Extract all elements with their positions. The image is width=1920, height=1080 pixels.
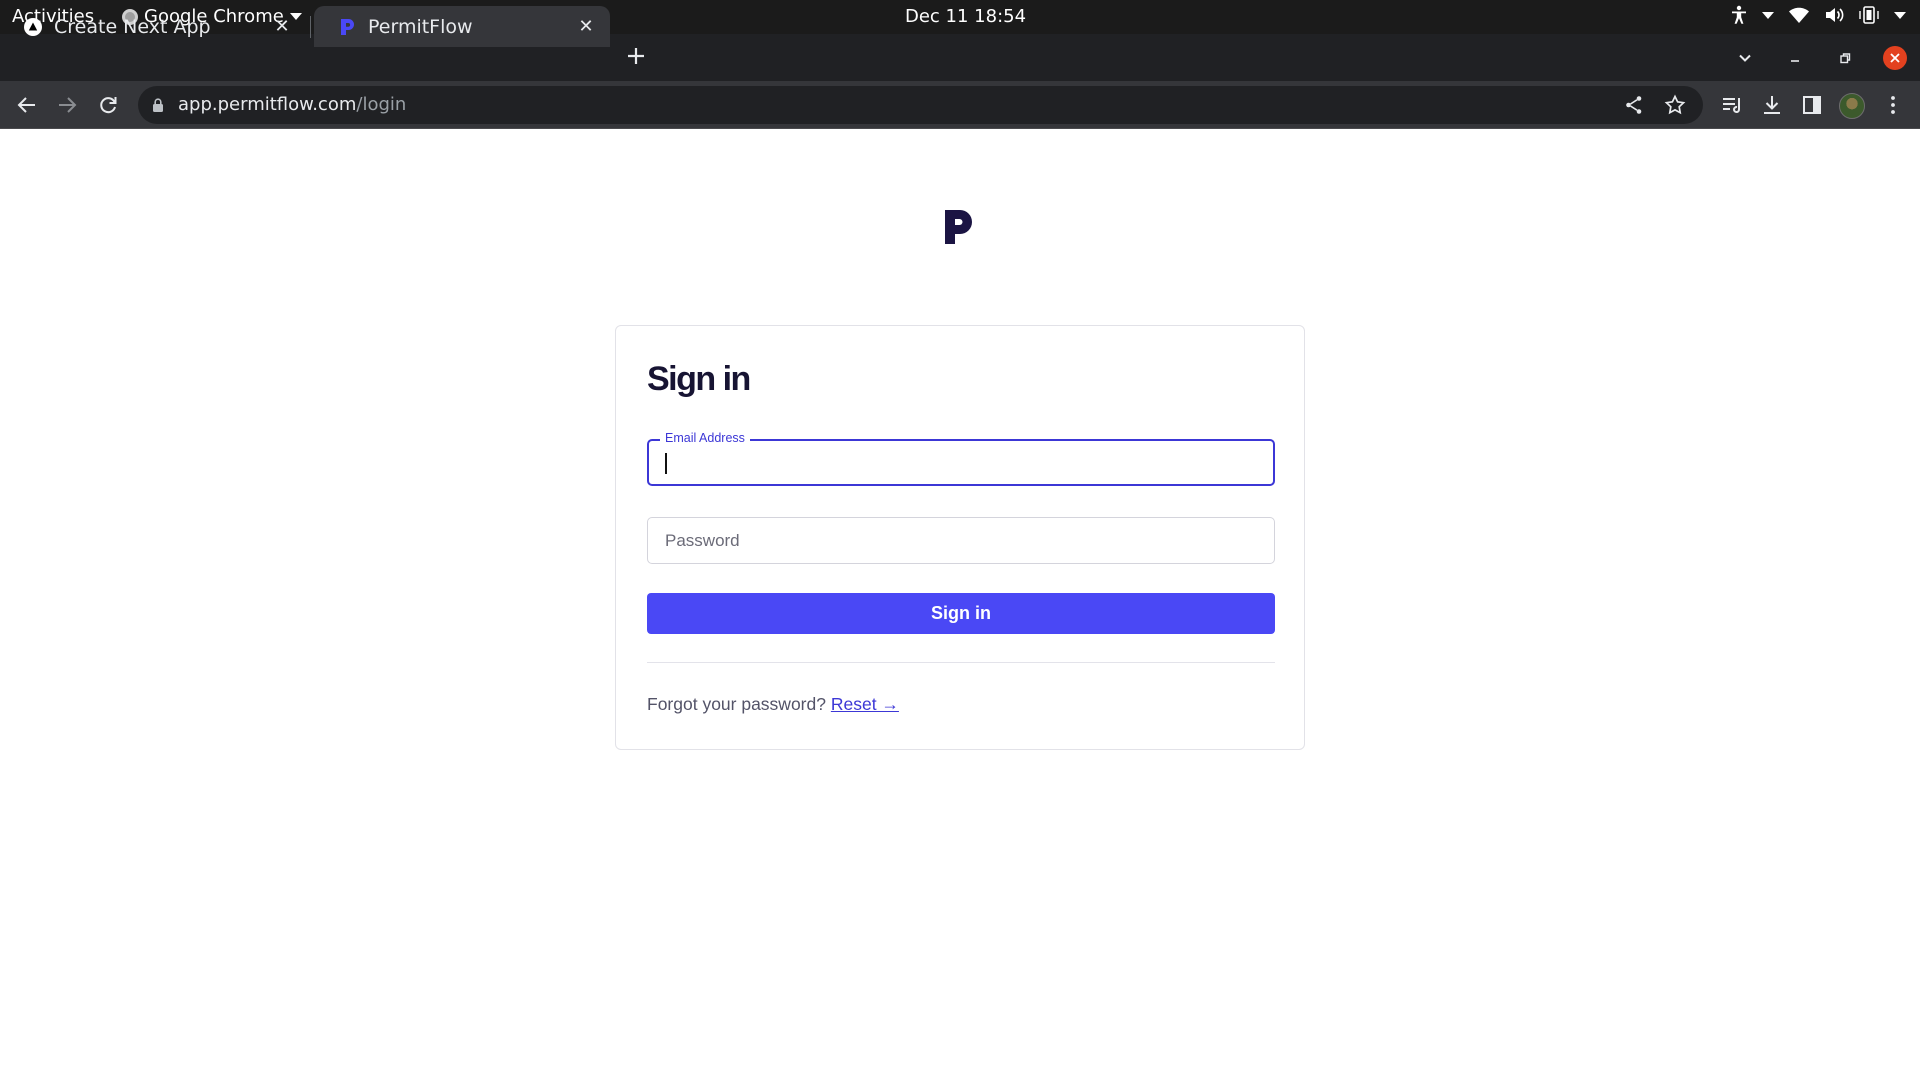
tab-separator <box>310 16 311 38</box>
wifi-icon[interactable] <box>1788 6 1810 24</box>
forgot-password-row: Forgot your password? Reset → <box>647 694 899 715</box>
download-icon[interactable] <box>1760 93 1784 117</box>
forgot-password-text: Forgot your password? <box>647 694 826 714</box>
side-panel-icon[interactable] <box>1800 93 1824 117</box>
battery-icon[interactable] <box>1858 5 1880 25</box>
tab-permitflow[interactable]: PermitFlow ✕ <box>314 6 610 47</box>
tab-title: PermitFlow <box>368 15 473 38</box>
close-window-circle <box>1883 45 1907 70</box>
close-tab-icon[interactable]: ✕ <box>576 16 596 37</box>
chevron-down-icon[interactable] <box>1762 11 1774 19</box>
reload-icon[interactable] <box>96 93 120 117</box>
text-cursor <box>665 453 667 474</box>
url-host: app.permitflow.com <box>178 94 357 115</box>
share-icon[interactable] <box>1622 93 1646 117</box>
minimize-icon <box>1791 59 1799 62</box>
tab-search-button[interactable] <box>1720 34 1770 81</box>
sign-in-button[interactable]: Sign in <box>647 593 1275 634</box>
close-icon <box>1890 52 1900 63</box>
new-tab-icon[interactable] <box>624 44 648 68</box>
window-controls <box>1720 34 1920 81</box>
restore-button[interactable] <box>1820 34 1870 81</box>
close-window-button[interactable] <box>1870 34 1920 81</box>
reset-password-link[interactable]: Reset → <box>831 694 899 714</box>
bookmark-star-icon[interactable] <box>1663 93 1687 117</box>
forward-arrow-icon[interactable] <box>55 93 79 117</box>
volume-icon[interactable] <box>1824 6 1844 24</box>
profile-avatar[interactable] <box>1839 93 1865 119</box>
tab-title: Create Next App <box>54 15 211 38</box>
divider <box>647 662 1275 663</box>
address-bar[interactable]: app.permitflow.com/login <box>138 86 1703 124</box>
accessibility-icon[interactable] <box>1730 5 1748 25</box>
url-path: /login <box>356 94 407 115</box>
page-title: Sign in <box>647 360 751 398</box>
permitflow-logo-icon <box>341 18 354 35</box>
login-page: Sign in Email Address Sign in Forgot you… <box>0 130 1920 1080</box>
password-field[interactable] <box>647 517 1275 564</box>
chevron-down-icon <box>1739 54 1751 62</box>
media-queue-icon[interactable] <box>1720 93 1744 117</box>
permitflow-logo-icon <box>945 210 972 244</box>
url-text[interactable]: app.permitflow.com/login <box>178 94 406 115</box>
sign-in-card: Sign in Email Address Sign in Forgot you… <box>615 325 1305 750</box>
more-menu-icon[interactable] <box>1881 93 1905 117</box>
tab-create-next-app[interactable]: Create Next App ✕ <box>0 6 306 47</box>
close-tab-icon[interactable]: ✕ <box>272 16 292 37</box>
system-tray[interactable] <box>1730 5 1906 25</box>
minimize-button[interactable] <box>1770 34 1820 81</box>
chevron-down-icon[interactable] <box>1894 11 1906 19</box>
nextjs-triangle-icon <box>24 17 42 36</box>
browser-toolbar: app.permitflow.com/login <box>0 81 1920 129</box>
clock[interactable]: Dec 11 18:54 <box>905 6 1026 27</box>
lock-icon[interactable] <box>152 97 164 113</box>
password-input[interactable] <box>648 518 1274 563</box>
email-input[interactable] <box>649 441 1273 484</box>
restore-icon <box>1840 52 1851 63</box>
email-field[interactable]: Email Address <box>647 431 1275 486</box>
back-arrow-icon[interactable] <box>15 93 39 117</box>
